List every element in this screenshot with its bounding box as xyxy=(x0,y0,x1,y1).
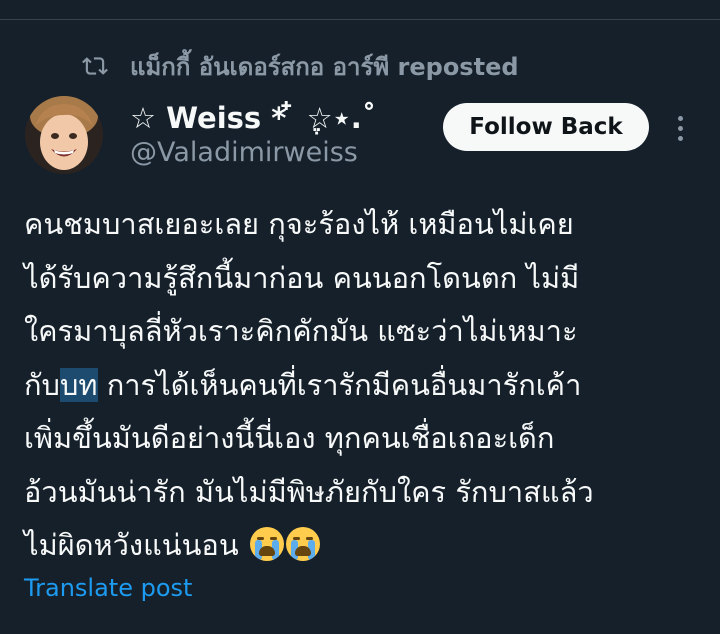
dot xyxy=(677,115,683,121)
repost-label: แม็กกี้ อันเดอร์สกอ อาร์พี reposted xyxy=(130,52,519,81)
repost-icon xyxy=(82,53,108,79)
more-dots-icon[interactable] xyxy=(668,110,692,146)
selected-text: บท xyxy=(59,367,98,402)
translate-post-link[interactable]: Translate post xyxy=(24,574,192,602)
author-name-row[interactable]: ☆ Weiss * ໋ ֶ☆⋆.˚ xyxy=(130,98,376,138)
post-text-segment: การได้เห็นคนที่เรารักมีคนอื่นมารักเค้า xyxy=(97,367,582,402)
post-line: คนชมบาสเยอะเลย กุจะร้องไห้ เหมือนไม่เคย xyxy=(24,207,574,241)
dot xyxy=(677,135,683,141)
post-text[interactable]: คนชมบาสเยอะเลย กุจะร้องไห้ เหมือนไม่เคย … xyxy=(24,198,714,573)
loudly-crying-face-emoji xyxy=(285,527,320,561)
repost-header[interactable]: แม็กกี้ อันเดอร์สกอ อาร์พี reposted xyxy=(82,46,519,86)
loudly-crying-face-emoji xyxy=(249,527,284,561)
display-name: ☆ Weiss * ໋ ֶ☆⋆.˚ xyxy=(130,101,377,135)
post-line: ได้รับความรู้สึกนี้มาก่อน คนนอกโดนตก ไม่… xyxy=(24,260,580,295)
user-handle[interactable]: @Valadimirweiss xyxy=(130,137,358,168)
follow-back-button[interactable]: Follow Back xyxy=(443,103,649,151)
post-text-segment: กับ xyxy=(24,367,60,402)
dot xyxy=(677,125,683,131)
avatar[interactable] xyxy=(25,96,103,174)
post-line: ใครมาบุลลี่หัวเราะคิกคักมัน แซะว่าไม่เหม… xyxy=(24,314,578,348)
post-line: อ้วนมันน่ารัก มันไม่มีพิษภัยกับใคร รักบา… xyxy=(24,474,594,509)
post-text-segment: ไม่ผิดหวังแน่นอน xyxy=(24,528,248,562)
post-line: ไม่ผิดหวังแน่นอน xyxy=(24,519,714,573)
post-line: กับบท การได้เห็นคนที่เรารักมีคนอื่นมารัก… xyxy=(24,359,714,413)
post-line: เพิ่มขึ้นมันดีอย่างนี้นี่เอง ทุกคนเชื่อเ… xyxy=(24,421,555,455)
separator xyxy=(0,0,720,20)
